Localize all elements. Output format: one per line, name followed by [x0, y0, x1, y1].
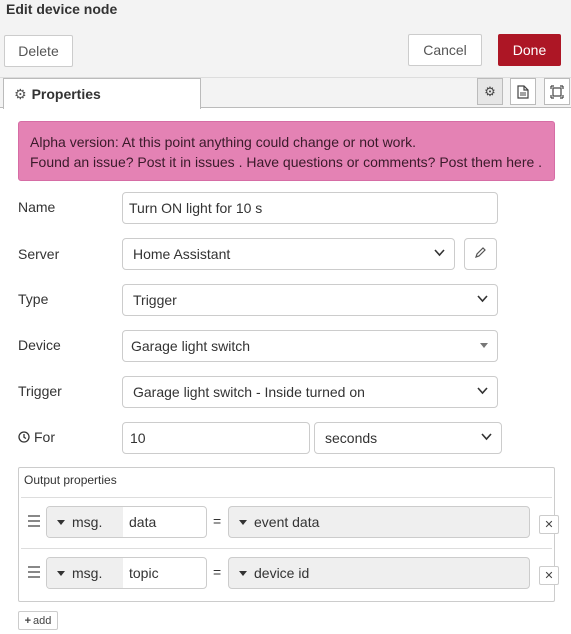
property-type-label: msg.	[72, 565, 103, 581]
chevron-down-icon	[434, 248, 445, 260]
gear-icon: ⚙	[14, 85, 27, 102]
trigger-label: Trigger	[18, 383, 62, 399]
trigger-select-value: Garage light switch - Inside turned on	[133, 384, 365, 400]
server-select-value: Home Assistant	[133, 246, 231, 262]
device-select[interactable]: Garage light switch	[122, 330, 498, 362]
type-select[interactable]: Trigger	[122, 284, 498, 316]
equals-sign: =	[213, 513, 222, 529]
name-input[interactable]: Turn ON light for 10 s	[122, 192, 498, 224]
alert-text: . Have questions or comments? Post them	[234, 154, 507, 170]
property-name-value: data	[129, 514, 157, 530]
device-select-value: Garage light switch	[131, 338, 251, 354]
alert-text: .	[534, 154, 543, 170]
for-label: For	[34, 429, 55, 445]
add-label: add	[33, 614, 52, 627]
cancel-button[interactable]: Cancel	[408, 34, 482, 66]
caret-down-icon	[57, 519, 65, 525]
chevron-down-icon	[477, 386, 488, 398]
value-select-label: device id	[254, 565, 310, 581]
gear-icon[interactable]: ⚙	[477, 78, 503, 105]
output-row: msg. data = event data ✕	[21, 497, 559, 547]
alert-text: Found an issue? Post it in	[30, 154, 195, 170]
for-unit-value: seconds	[325, 430, 378, 446]
pencil-icon	[475, 247, 486, 261]
trigger-select[interactable]: Garage light switch - Inside turned on	[122, 376, 498, 408]
server-label: Server	[18, 246, 60, 262]
property-name-value: topic	[129, 565, 159, 581]
plus-icon: +	[24, 614, 32, 627]
type-label: Type	[18, 291, 49, 307]
property-typed-input[interactable]: msg. data	[46, 506, 207, 538]
alert-line-2: Found an issue? Post it in issues . Have…	[30, 152, 543, 172]
for-input[interactable]: 10	[122, 422, 310, 454]
add-property-button[interactable]: + add	[18, 611, 58, 630]
value-select-label: event data	[254, 514, 320, 530]
caret-down-icon	[239, 570, 247, 576]
chevron-down-icon	[477, 294, 488, 306]
type-select-value: Trigger	[133, 292, 177, 308]
output-properties-title: Output properties	[24, 473, 117, 487]
for-label-group: For	[18, 429, 55, 445]
chevron-down-icon	[481, 432, 492, 444]
issues-link[interactable]: issues	[195, 154, 235, 170]
for-input-value: 10	[130, 430, 146, 446]
edit-server-button[interactable]	[464, 238, 497, 270]
dialog-header: Edit device node Delete Cancel Done	[0, 0, 571, 78]
value-select[interactable]: device id	[228, 557, 530, 589]
for-unit-select[interactable]: seconds	[314, 422, 502, 454]
property-type-label: msg.	[72, 514, 103, 530]
name-input-value: Turn ON light for 10 s	[129, 200, 263, 216]
caret-down-icon	[57, 570, 65, 576]
property-type-select[interactable]: msg.	[47, 558, 123, 588]
done-button[interactable]: Done	[498, 34, 561, 66]
clock-icon	[18, 431, 30, 443]
document-icon[interactable]	[510, 78, 536, 105]
name-label: Name	[18, 199, 56, 215]
drag-handle-icon[interactable]	[28, 515, 40, 530]
alpha-warning-banner: Alpha version: At this point anything co…	[18, 121, 555, 181]
tab-properties[interactable]: ⚙ Properties	[3, 78, 201, 109]
caret-down-icon	[480, 343, 488, 348]
caret-down-icon	[239, 519, 247, 525]
output-properties-box: Output properties msg. data = event data…	[18, 467, 559, 602]
remove-row-button[interactable]: ✕	[539, 515, 559, 534]
equals-sign: =	[213, 564, 222, 580]
remove-row-button[interactable]: ✕	[539, 566, 559, 585]
value-select[interactable]: event data	[228, 506, 530, 538]
here-link[interactable]: here	[506, 154, 534, 170]
alert-line-1: Alpha version: At this point anything co…	[30, 134, 417, 150]
dialog-title: Edit device node	[6, 1, 118, 17]
server-select[interactable]: Home Assistant	[122, 238, 455, 270]
property-type-select[interactable]: msg.	[47, 507, 123, 537]
property-typed-input[interactable]: msg. topic	[46, 557, 207, 589]
frame-icon[interactable]	[544, 78, 570, 105]
tab-bar: ⚙ Properties ⚙	[0, 78, 571, 109]
close-icon: ✕	[544, 519, 554, 531]
delete-button[interactable]: Delete	[4, 35, 73, 67]
drag-handle-icon[interactable]	[28, 566, 40, 581]
output-row: msg. topic = device id ✕	[21, 548, 559, 598]
close-icon: ✕	[544, 570, 554, 582]
device-label: Device	[18, 337, 61, 353]
tab-properties-label: Properties	[31, 86, 101, 102]
